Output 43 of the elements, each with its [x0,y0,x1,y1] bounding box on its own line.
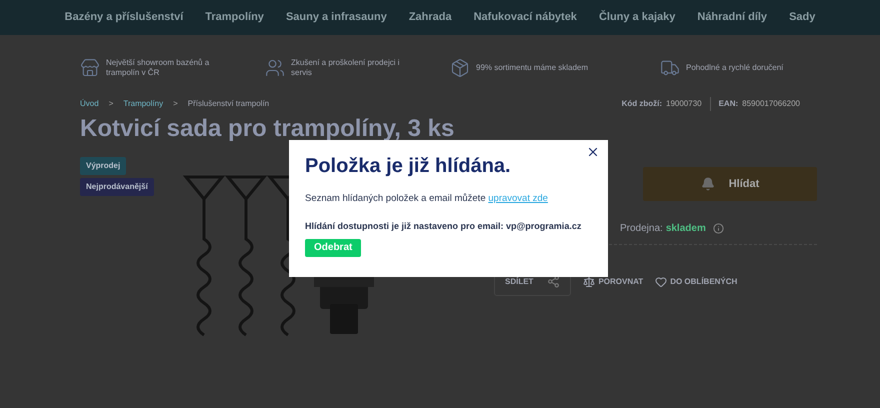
nav-link[interactable]: Zahrada [408,9,452,26]
watch-button[interactable]: Hlídat [643,167,817,201]
nav-link[interactable]: Bazény a příslušenství [64,9,184,26]
product-code-label: EAN: [718,98,738,110]
box-icon [450,58,470,78]
modal-text: Seznam hlídaných položek a email můžete upravovat zde [305,192,549,206]
stock-status: skladem [666,222,706,236]
store-label: Prodejna: [620,222,663,236]
feature-text: 99% sortimentu máme skladem [476,62,590,72]
breadcrumb-link[interactable]: Úvod [80,98,99,110]
info-icon [712,223,724,234]
edit-link[interactable]: upravovat zde [488,193,548,204]
close-icon [586,145,600,159]
page-location-text: Příslušenství trampolín [188,98,270,110]
modal-title: Položka je již hlídána. [305,154,512,179]
breadcrumb-separator: > [108,98,114,110]
feature-text: Největší showroom bazénů a trampolín v ČR [106,58,210,78]
product-tag: Nejprodávanější [80,178,154,196]
share-icon [547,275,560,288]
people-icon [265,58,285,78]
feature-text: Zkušení a proškolení prodejci i servis [291,58,400,78]
modal-info: Hlídání dostupnosti je již nastaveno pro email: vp@programia.cz [305,220,582,234]
compare-button[interactable]: POROVNAT [583,276,644,288]
feature-text: Pohodlné a rychlé doručení [686,62,784,72]
product-title: Kotvicí sada pro trampolíny, 3 ks [79,115,456,143]
product-tag: Výprodej [80,157,126,175]
nav-link[interactable]: Sady [789,9,816,26]
product-code: 19000730 [666,98,702,110]
scale-icon [583,276,596,288]
nav-link[interactable]: Sauny a infrasauny [286,9,387,26]
nav-link[interactable]: Náhradní díly [697,9,768,26]
favorite-button[interactable]: DO OBLÍBENÝCH [655,276,738,288]
bell-icon [700,177,715,191]
product-code: 8590017066200 [742,98,800,110]
nav-link[interactable]: Trampolíny [205,9,264,26]
heart-icon [655,276,668,288]
close-button[interactable] [586,145,600,159]
breadcrumb-separator: > [173,98,178,110]
store-icon [80,58,100,78]
nav-link[interactable]: Čluny a kajaky [598,9,676,26]
nav-link[interactable]: Nafukovací nábytek [474,9,577,26]
product-code-label: Kód zboží: [622,98,662,110]
breadcrumb-link[interactable]: Trampolíny [123,98,164,110]
